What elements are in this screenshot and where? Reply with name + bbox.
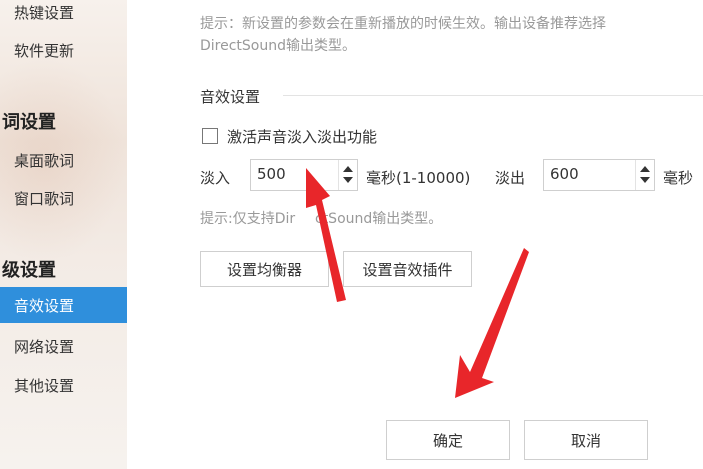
annotation-arrows	[306, 168, 529, 398]
red-arrow-icon	[306, 168, 529, 398]
